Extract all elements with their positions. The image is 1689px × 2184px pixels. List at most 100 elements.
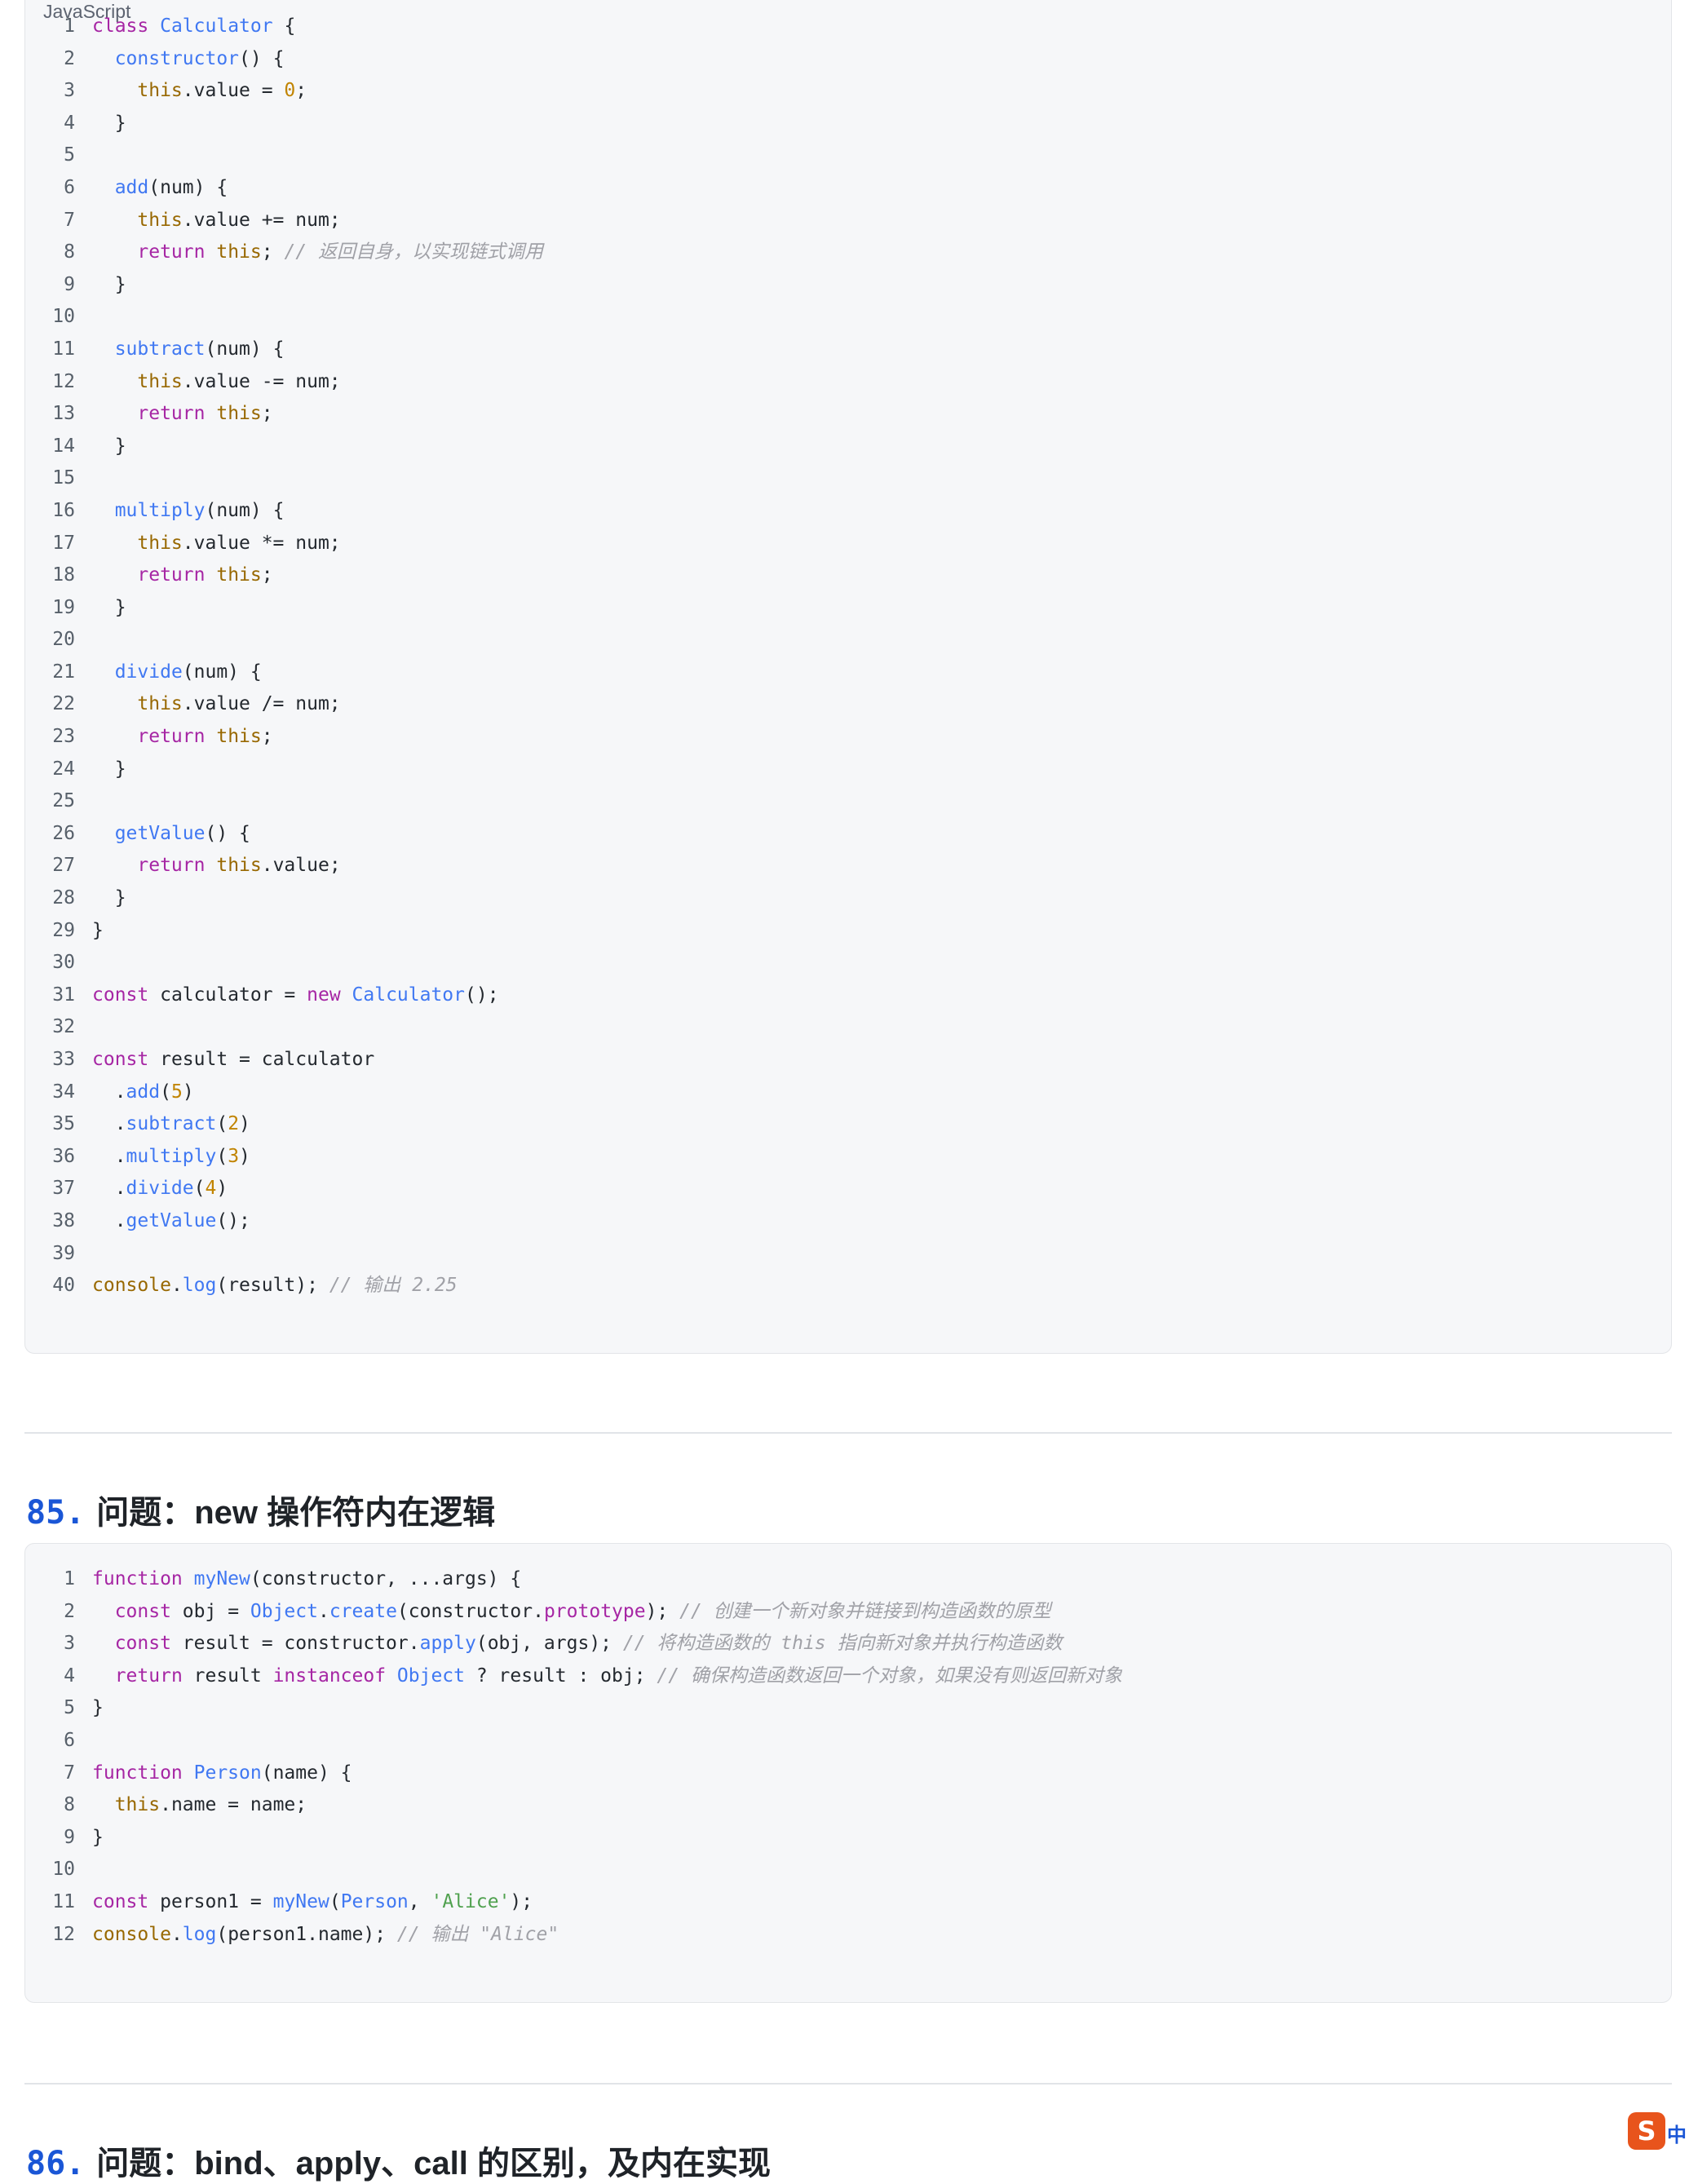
section-heading-85: 85. 问题：new 操作符内在逻辑 xyxy=(26,1486,495,1533)
code-token: (); xyxy=(465,984,499,1006)
line-number: 21 xyxy=(52,661,75,683)
code-line: 8 this.name = name; xyxy=(25,1789,1122,1822)
code-token: const xyxy=(114,1633,171,1655)
line-number: 7 xyxy=(64,209,75,231)
code-token: () { xyxy=(205,822,250,844)
code-token: (name) { xyxy=(261,1762,352,1784)
line-number: 10 xyxy=(52,1859,75,1881)
code-token: . xyxy=(92,1081,126,1103)
code-line: 16 multiply(num) { xyxy=(25,495,543,528)
code-token: . xyxy=(92,1178,126,1200)
code-token: multiply xyxy=(126,1145,217,1167)
line-number: 29 xyxy=(52,919,75,941)
line-number: 9 xyxy=(64,273,75,295)
line-number: 7 xyxy=(64,1762,75,1784)
code-line: 27 return this.value; xyxy=(25,850,543,882)
line-number: 9 xyxy=(64,1826,75,1848)
line-number: 28 xyxy=(52,887,75,909)
code-token: Calculator xyxy=(352,984,466,1006)
code-token: . xyxy=(317,1600,329,1622)
code-line: 4 } xyxy=(25,108,543,140)
code-token: . xyxy=(92,1113,126,1135)
code-token: ); xyxy=(645,1600,680,1622)
code-token: .value *= num; xyxy=(182,532,341,554)
code-token: . xyxy=(170,1923,183,1945)
code-token: , xyxy=(408,1890,431,1912)
code-line: 21 divide(num) { xyxy=(25,657,543,689)
ime-mode-label[interactable]: 中 xyxy=(1667,2119,1687,2147)
code-lines: 1 function myNew(constructor, ...args) {2… xyxy=(25,1563,1122,1951)
code-line: 7 function Person(name) { xyxy=(25,1757,1122,1790)
code-line: 10 xyxy=(25,301,543,334)
code-token: this xyxy=(216,564,262,586)
section-number: 86. xyxy=(26,2145,86,2182)
code-token: console xyxy=(92,1923,171,1945)
code-token: return xyxy=(137,855,206,877)
code-block-calculator: JavaScript 1 class Calculator {2 construc… xyxy=(24,0,1672,1354)
code-token: ) xyxy=(182,1081,194,1103)
code-token: this xyxy=(114,1794,161,1816)
line-number: 12 xyxy=(52,370,75,392)
code-token: (num) { xyxy=(205,338,285,360)
section-divider xyxy=(24,1432,1672,1434)
code-line: 9} xyxy=(25,1822,1122,1855)
code-token: . xyxy=(170,1275,183,1297)
line-number: 19 xyxy=(52,596,75,618)
line-number: 11 xyxy=(52,338,75,360)
code-token: ( xyxy=(329,1890,341,1912)
code-line: 30 xyxy=(25,947,543,979)
line-number: 24 xyxy=(52,758,75,780)
code-token: } xyxy=(92,435,126,457)
code-line: 28 } xyxy=(25,882,543,915)
code-line: 38 .getValue(); xyxy=(25,1205,543,1238)
code-line: 11 const person1 = myNew(Person, 'Alice')… xyxy=(25,1886,1122,1919)
code-token: return xyxy=(137,241,206,263)
sogou-ime-icon[interactable]: S xyxy=(1628,2112,1665,2150)
code-token: // 确保构造函数返回一个对象，如果没有则返回新对象 xyxy=(657,1665,1122,1687)
section-divider xyxy=(24,2083,1672,2085)
code-line: 10 xyxy=(25,1854,1122,1886)
code-token: ; xyxy=(261,403,273,425)
code-token: // 输出 2.25 xyxy=(329,1275,458,1297)
code-line: 2 constructor() { xyxy=(25,43,543,76)
line-number: 37 xyxy=(52,1178,75,1200)
code-line: 14 } xyxy=(25,431,543,463)
code-token: ( xyxy=(216,1113,228,1135)
code-line: 34 .add(5) xyxy=(25,1077,543,1109)
code-token: .value = xyxy=(182,80,285,102)
code-line: 40 console.log(result); // 输出 2.25 xyxy=(25,1270,543,1302)
code-token: this xyxy=(216,855,262,877)
code-token: calculator = xyxy=(148,984,307,1006)
code-line: 25 xyxy=(25,785,543,818)
code-token: multiply xyxy=(114,499,206,521)
code-line: 33 const result = calculator xyxy=(25,1044,543,1077)
code-token: } xyxy=(92,758,126,780)
code-token: return xyxy=(137,403,206,425)
code-token: ; xyxy=(295,80,307,102)
code-token: .value /= num; xyxy=(182,693,341,715)
code-token: prototype xyxy=(543,1600,646,1622)
code-token: result = calculator xyxy=(148,1049,375,1070)
code-token: myNew xyxy=(272,1890,329,1912)
line-number: 27 xyxy=(52,855,75,877)
code-token: divide xyxy=(114,661,183,683)
code-line: 26 getValue() { xyxy=(25,818,543,851)
line-number: 38 xyxy=(52,1209,75,1231)
code-line: 3 const result = constructor.apply(obj, … xyxy=(25,1628,1122,1660)
code-line: 5} xyxy=(25,1692,1122,1725)
code-token: () { xyxy=(239,47,285,69)
line-number: 11 xyxy=(52,1890,75,1912)
code-token: log xyxy=(182,1275,217,1297)
line-number: 30 xyxy=(52,952,75,974)
code-line: 32 xyxy=(25,1011,543,1044)
